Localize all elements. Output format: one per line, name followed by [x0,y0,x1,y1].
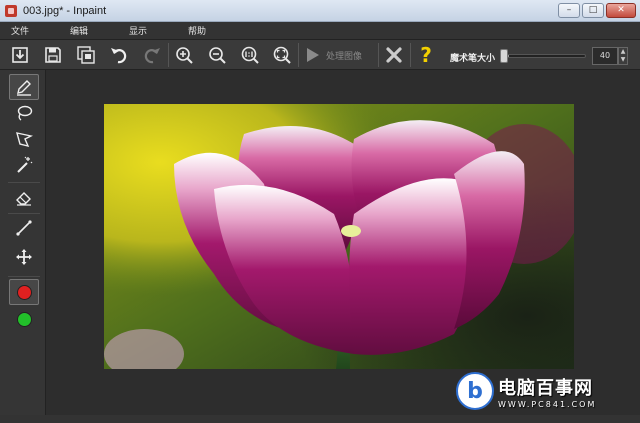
brush-size-label: 魔术笔大小 [450,54,496,64]
actual-size-button[interactable] [238,43,262,67]
redo-button[interactable] [140,43,164,67]
close-button[interactable]: ✕ [606,3,636,18]
app-icon [5,4,17,17]
window-controls: – □ ✕ [558,3,636,18]
watermark-logo-letter: b [467,378,483,404]
help-button[interactable]: ? [414,43,438,67]
watermark-url: WWW.PC841.COM [498,399,597,409]
save-icon [45,47,61,63]
red-color-swatch [16,284,32,300]
menu-file[interactable]: 文件 [11,24,29,37]
save-as-icon [77,46,95,64]
menu-edit[interactable]: 编辑 [70,24,88,37]
process-image-button[interactable]: 处理图像 [302,43,376,67]
watermark-logo: b [456,372,494,410]
close-icon [386,47,402,63]
watermark-text: 电脑百事网 WWW.PC841.COM [498,374,596,409]
stepper-down-icon[interactable]: ▼ [619,56,627,64]
maximize-button[interactable]: □ [582,3,604,18]
toolbar-separator [378,43,379,67]
menu-bar: 文件 编辑 显示 帮助 [0,22,640,40]
eraser-icon [16,192,31,206]
main-toolbar: 处理图像 ? 魔术笔大小 40 ▲ ▼ [0,40,640,70]
watermark-title: 电脑百事网 [498,377,593,399]
minimize-button[interactable]: – [558,3,580,18]
lasso-icon [17,105,33,121]
brush-size-slider[interactable] [500,54,586,58]
actual-size-icon [241,46,259,64]
tool-separator [8,182,40,183]
green-color-button[interactable] [9,306,39,332]
line-tool-button[interactable] [9,215,39,241]
brush-size-input[interactable]: 40 [592,47,618,65]
lasso-tool-button[interactable] [9,100,39,126]
move-icon [16,249,32,265]
green-color-swatch [16,311,32,327]
tool-panel [0,70,46,415]
tool-separator [8,213,40,214]
eraser-tool-button[interactable] [9,184,39,210]
window-titlebar: 003.jpg* - Inpaint – □ ✕ [0,0,640,22]
cancel-button[interactable] [382,43,406,67]
zoom-in-icon [176,47,193,64]
image-canvas[interactable] [104,104,574,369]
open-button[interactable] [8,43,32,67]
redo-icon [144,48,160,64]
red-color-button[interactable] [9,279,39,305]
undo-icon [111,48,127,64]
menu-help[interactable]: 帮助 [188,24,206,37]
marker-tool-button[interactable] [9,74,39,100]
magic-wand-icon [17,156,33,173]
brush-size-slider-thumb[interactable] [500,49,508,63]
zoom-out-button[interactable] [205,43,229,67]
menu-view[interactable]: 显示 [129,24,147,37]
magic-wand-tool-button[interactable] [9,152,39,178]
zoom-in-button[interactable] [172,43,196,67]
save-button[interactable] [41,43,65,67]
tulip-photo [104,104,574,369]
line-icon [16,220,32,236]
open-icon [12,47,28,63]
polygon-lasso-icon [16,132,33,148]
help-icon: ? [420,43,432,67]
process-image-label: 处理图像 [326,51,363,62]
window-title: 003.jpg* - Inpaint [23,4,107,17]
undo-button[interactable] [107,43,131,67]
fit-window-icon [273,46,291,64]
tool-separator [8,276,40,277]
zoom-out-icon [209,47,226,64]
marker-icon [17,80,31,96]
stepper-up-icon[interactable]: ▲ [619,48,627,56]
brush-size-stepper[interactable]: ▲ ▼ [618,47,628,65]
watermark: b 电脑百事网 WWW.PC841.COM [456,363,636,419]
play-icon [307,48,319,62]
fit-window-button[interactable] [270,43,294,67]
polygon-lasso-tool-button[interactable] [9,126,39,152]
save-as-button[interactable] [74,43,98,67]
move-tool-button[interactable] [9,244,39,270]
toolbar-separator [298,43,299,67]
toolbar-separator [410,43,411,67]
toolbar-separator [168,43,169,67]
